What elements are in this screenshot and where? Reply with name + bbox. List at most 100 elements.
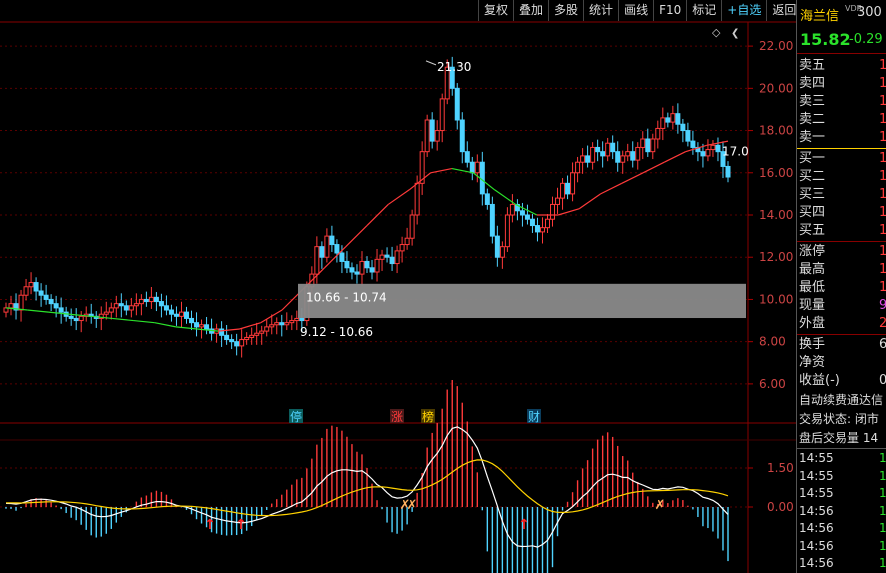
ma-line-segment — [239, 322, 261, 330]
candle-body — [499, 246, 505, 258]
overlay-button[interactable]: 叠加 — [513, 0, 548, 21]
multi-stock-button[interactable]: 多股 — [548, 0, 583, 21]
candle-body — [299, 317, 305, 322]
candle-body — [38, 290, 44, 296]
restore-rights-button[interactable]: 复权 — [478, 0, 513, 21]
quote-panel: 海兰信 VDR 300 15.82 -0.29 卖五1卖四1卖三1卖二1卖一1买… — [796, 0, 886, 573]
ask-row: 卖二 1 — [799, 111, 886, 129]
tick-row: 14:55 15 — [799, 468, 886, 485]
candle-body — [23, 286, 29, 296]
toolbar: 复权 叠加 多股 统计 画线 F10 标记 +自选 返回 — [478, 0, 796, 21]
ma-line-segment — [133, 319, 155, 324]
mark-button[interactable]: 标记 — [686, 0, 721, 21]
candle-body — [454, 87, 460, 121]
ask-row: 卖五 1 — [799, 57, 886, 75]
signal-figure-icon: ✗ — [407, 498, 418, 513]
candle-body — [545, 218, 550, 229]
candle-body — [660, 117, 666, 129]
candle-body — [374, 258, 380, 273]
row-value: 1 — [879, 150, 886, 168]
auto-renew-text[interactable]: 自动续费通达信 — [799, 392, 883, 409]
candle-body — [434, 130, 440, 142]
candle-body — [509, 203, 515, 216]
candle-body — [630, 151, 636, 161]
candle-body — [529, 218, 535, 227]
y-tick-label: 20.00 — [759, 81, 793, 95]
y-tick-label: 22.00 — [759, 39, 793, 53]
candle-body — [354, 271, 360, 275]
candle-body — [153, 296, 159, 303]
candle-body — [494, 235, 500, 258]
candle-body — [194, 322, 200, 328]
buy-arrow-icon: ↑ — [204, 517, 216, 533]
candle-body — [469, 161, 475, 174]
tick-price: 15 — [879, 486, 886, 500]
candle-body — [239, 339, 245, 347]
row-label: 买四 — [799, 205, 826, 220]
candle-body — [715, 144, 721, 153]
candle-body — [534, 225, 540, 233]
candle-body — [670, 113, 676, 123]
stat-row: 换手 6.7 — [799, 336, 886, 354]
candle-body — [103, 311, 109, 315]
row-value: 1 — [879, 243, 886, 261]
candle-body — [424, 119, 430, 153]
candle-body — [334, 244, 340, 254]
candle-body — [123, 305, 129, 311]
ma-line-segment — [27, 309, 49, 313]
candle-body — [690, 140, 696, 148]
gap-lower-label: 9.12 - 10.66 — [300, 325, 373, 339]
candle-body — [108, 307, 114, 313]
row-value: 212 — [879, 315, 886, 333]
candle-body — [8, 303, 14, 309]
stock-code: 300 — [857, 5, 882, 20]
candle-body — [113, 303, 119, 309]
ma-line-segment — [557, 208, 580, 216]
divider — [797, 241, 886, 242]
candle-body — [163, 305, 169, 311]
divider — [797, 53, 886, 54]
row-value: 1 — [879, 75, 886, 93]
trade-status-text: 交易状态: 闭市 — [799, 412, 879, 426]
candle-body — [28, 282, 34, 288]
candle-body — [224, 334, 230, 341]
tick-time: 14:56 — [799, 556, 834, 570]
candle-body — [439, 98, 445, 132]
f10-button[interactable]: F10 — [653, 0, 686, 21]
after-hours-volume-text: 盘后交易量 14 — [799, 431, 879, 445]
kline-chart[interactable]: 22.00 20.00 18.00 16.00 14.00 12.00 10.00 8.00 6… — [0, 0, 796, 573]
ma-line-segment — [112, 317, 134, 322]
last-price: 15.82 — [800, 30, 851, 49]
draw-line-button[interactable]: 画线 — [618, 0, 653, 21]
tick-row: 14:56 15 — [799, 503, 886, 520]
candle-body — [219, 328, 225, 336]
candle-body — [168, 309, 174, 315]
event-marker: 财 — [528, 410, 540, 424]
candle-body — [349, 267, 355, 273]
tick-price: 15 — [879, 521, 886, 535]
row-label: 买二 — [799, 169, 826, 184]
statistics-button[interactable]: 统计 — [583, 0, 618, 21]
candle-body — [128, 305, 134, 311]
tick-price: 15 — [879, 556, 886, 570]
candle-body — [384, 254, 390, 258]
candle-body — [369, 267, 375, 273]
candle-body — [329, 235, 335, 246]
tick-time: 14:55 — [799, 486, 834, 500]
candle-body — [705, 149, 711, 157]
ma-line-segment — [621, 172, 644, 184]
row-label: 外盘 — [799, 316, 826, 331]
candle-body — [565, 182, 571, 195]
candle-body — [324, 235, 330, 258]
ma-line-segment — [642, 161, 665, 174]
add-watchlist-button[interactable]: +自选 — [721, 0, 766, 21]
row-label: 换手 — [799, 337, 826, 352]
stock-name[interactable]: 海兰信 — [800, 5, 839, 24]
stat-row: 净资 — [799, 354, 886, 372]
high-label: 21.30 — [437, 60, 471, 74]
y-tick-label: 16.00 — [759, 166, 793, 180]
candle-body — [615, 151, 621, 163]
candle-body — [118, 303, 124, 307]
candle-body — [524, 214, 530, 220]
candle-body — [229, 339, 235, 343]
